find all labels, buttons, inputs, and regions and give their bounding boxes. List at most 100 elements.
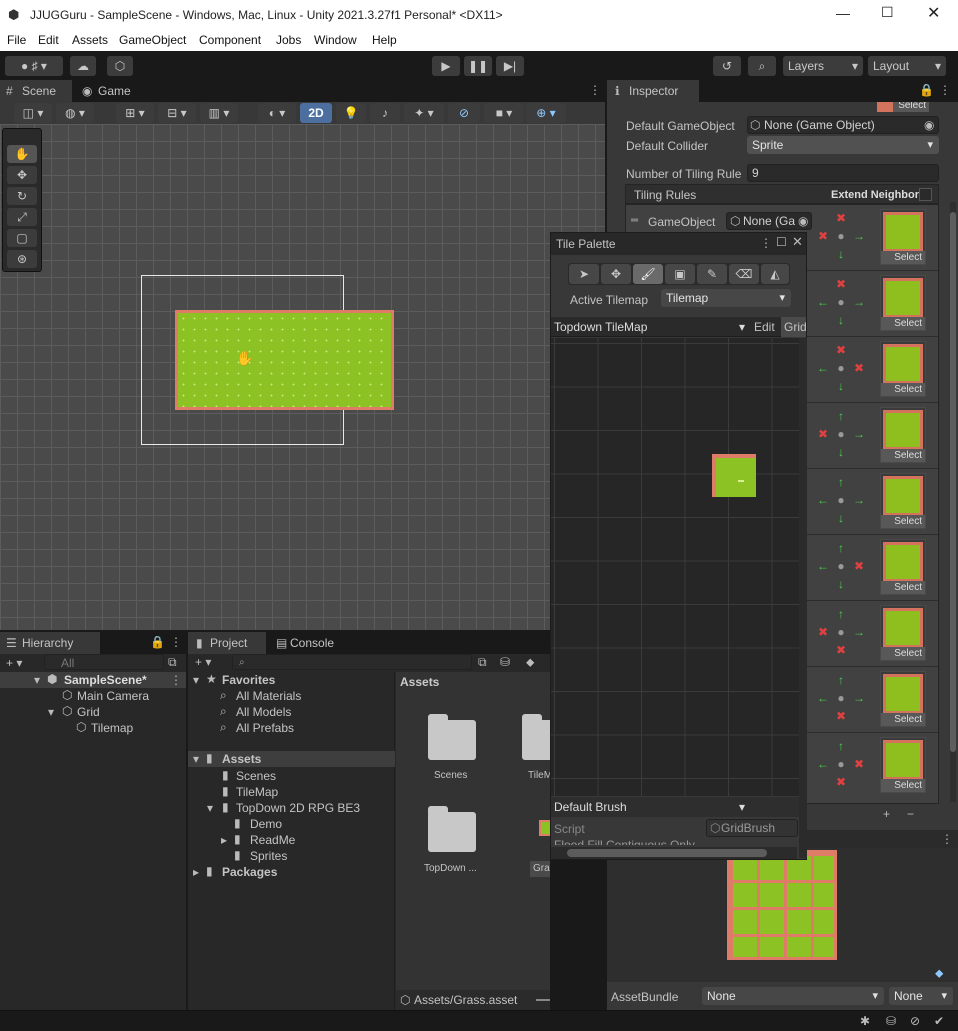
inspector-scrollbar[interactable] (950, 202, 956, 802)
more-icon[interactable]: ⋮ (941, 832, 953, 846)
neighbor-arrow-icon[interactable]: → (852, 692, 866, 704)
hierarchy-search-input[interactable]: All (44, 654, 164, 670)
picker-tool-icon[interactable]: ✎ (697, 264, 727, 284)
tab-inspector[interactable]: ℹ Inspector (607, 80, 699, 102)
tree-sprites[interactable]: Sprites (250, 848, 287, 864)
cache-icon[interactable]: ⛁ (886, 1014, 896, 1028)
gizmos-icon[interactable]: ⊕ ▾ (526, 103, 566, 123)
neighbor-arrow-icon[interactable]: ← (816, 494, 830, 506)
step-button[interactable]: ▶| (496, 56, 524, 76)
palette-grid[interactable] (551, 338, 806, 796)
expand-icon[interactable]: ▾ (193, 673, 199, 687)
tree-demo[interactable]: Demo (250, 816, 282, 832)
audio-icon[interactable]: ♪ (370, 103, 400, 123)
minimize-icon[interactable]: — (836, 5, 850, 21)
not-neighbor-icon[interactable]: ✖ (852, 560, 866, 572)
rect-tool-icon[interactable]: ▢ (7, 229, 37, 247)
not-neighbor-icon[interactable]: ✖ (834, 776, 848, 788)
neighbor-arrow-icon[interactable]: ← (816, 296, 830, 308)
neighbor-arrow-icon[interactable]: → (852, 230, 866, 242)
center-icon[interactable]: ● (834, 428, 848, 440)
transform-tool-icon[interactable]: ⊛ (7, 250, 37, 268)
hierarchy-item-grid[interactable]: Grid (77, 704, 100, 720)
hand-tool-icon[interactable]: ✋ (7, 145, 37, 163)
account-button[interactable]: ● ♯ ▾ (5, 56, 63, 76)
history-icon[interactable]: ↺ (713, 56, 741, 76)
maximize-icon[interactable]: ☐ (776, 235, 787, 249)
brush-tool-icon[interactable]: 🖌 (633, 264, 663, 284)
menu-jobs[interactable]: Jobs (276, 33, 301, 47)
rule-neighbor-grid[interactable]: ↑ ← ● ✖ ✖ (814, 737, 868, 791)
collab-icon[interactable]: ⬡ (107, 56, 133, 76)
menu-window[interactable]: Window (314, 33, 357, 47)
zoom-slider[interactable] (536, 999, 550, 1001)
rule-sprite-select[interactable]: Select (880, 473, 926, 529)
rule-sprite-select[interactable]: Select (880, 539, 926, 595)
type-filter-icon[interactable]: ⛁ (500, 655, 510, 669)
check-icon[interactable]: ✔ (934, 1014, 944, 1028)
rule-neighbor-grid[interactable]: ↑ ✖ ● → ↓ (814, 407, 868, 461)
rule-sprite-select[interactable]: Select (880, 341, 926, 397)
rule-neighbor-grid[interactable]: ✖ ← ● → ↓ (814, 275, 868, 329)
neighbor-arrow-icon[interactable]: ← (816, 758, 830, 770)
cloud-icon[interactable]: ☁ (70, 56, 96, 76)
favorites-label[interactable]: Favorites (222, 672, 275, 688)
eraser-tool-icon[interactable]: ⌫ (729, 264, 759, 284)
menu-edit[interactable]: Edit (38, 33, 59, 47)
assetbundle-dropdown[interactable]: None (702, 987, 884, 1005)
grass-asset-thumbnail[interactable] (539, 820, 550, 836)
more-icon[interactable]: ⋮ (760, 236, 772, 250)
filter-icon[interactable]: ⧉ (168, 655, 177, 670)
center-icon[interactable]: ● (834, 560, 848, 572)
rule-sprite-select[interactable]: Select (880, 737, 926, 793)
hierarchy-item-tilemap[interactable]: Tilemap (91, 720, 133, 736)
add-icon[interactable]: + ▾ (6, 656, 22, 670)
center-icon[interactable]: ● (834, 692, 848, 704)
rule-sprite-select[interactable]: Select (880, 275, 926, 331)
globe-icon[interactable]: ◍ ▾ (56, 103, 94, 123)
center-icon[interactable]: ● (834, 494, 848, 506)
default-collider-dropdown[interactable]: Sprite (747, 136, 939, 154)
asset-grass[interactable]: Grass (530, 861, 550, 877)
play-button[interactable]: ▶ (432, 56, 460, 76)
tree-tilemap[interactable]: TileMap (236, 784, 278, 800)
maximize-icon[interactable]: ☐ (881, 4, 894, 21)
close-icon[interactable]: ✕ (792, 234, 803, 250)
move-tool-icon[interactable]: ✥ (7, 166, 37, 184)
object-picker-icon[interactable]: ◉ (798, 214, 808, 228)
lock-icon[interactable]: 🔒 (150, 635, 165, 649)
rule-sprite-select[interactable]: Select (880, 605, 926, 661)
neighbor-arrow-icon[interactable]: ↓ (834, 512, 848, 524)
2d-toggle-button[interactable]: 2D (300, 103, 332, 123)
rule-neighbor-grid[interactable]: ✖ ← ● ✖ ↓ (814, 341, 868, 395)
palette-hscroll[interactable] (551, 847, 797, 859)
neighbor-arrow-icon[interactable]: ↓ (834, 578, 848, 590)
lock-icon[interactable]: 🔒 (919, 83, 934, 97)
expand-icon[interactable]: ▾ (48, 705, 54, 719)
tile-palette-titlebar[interactable]: Tile Palette ⋮ ☐ ✕ (551, 233, 806, 255)
rule-neighbor-grid[interactable]: ✖ ✖ ● → ↓ (814, 209, 868, 263)
menu-assets[interactable]: Assets (72, 33, 108, 47)
more-icon[interactable]: ⋮ (589, 83, 601, 97)
not-neighbor-icon[interactable]: ✖ (816, 626, 830, 638)
neighbor-arrow-icon[interactable]: ← (816, 560, 830, 572)
collapse-icon[interactable]: ▸ (193, 865, 199, 879)
visibility-icon[interactable]: ⊘ (448, 103, 480, 123)
neighbor-arrow-icon[interactable]: → (852, 626, 866, 638)
menu-file[interactable]: File (7, 33, 26, 47)
label-icon[interactable]: ⬥ (526, 655, 534, 670)
neighbor-arrow-icon[interactable]: ↑ (834, 740, 848, 752)
rule-sprite-select[interactable]: Select (880, 407, 926, 463)
scene-viewport[interactable]: ✋ (0, 124, 605, 630)
more-icon[interactable]: ⋮ (170, 673, 182, 687)
top-sprite-select[interactable]: Select (877, 102, 929, 112)
brush-dropdown[interactable]: Default Brush ▾ (551, 797, 749, 817)
rule-neighbor-grid[interactable]: ↑ ← ● ✖ ↓ (814, 539, 868, 593)
folder-icon[interactable] (428, 714, 476, 760)
search-icon[interactable]: ⌕ (748, 56, 776, 76)
not-neighbor-icon[interactable]: ✖ (834, 344, 848, 356)
center-icon[interactable]: ● (834, 362, 848, 374)
center-icon[interactable]: ● (834, 296, 848, 308)
grid-snap-icon[interactable]: ⊞ ▾ (116, 103, 154, 123)
neighbor-arrow-icon[interactable]: ↓ (834, 446, 848, 458)
